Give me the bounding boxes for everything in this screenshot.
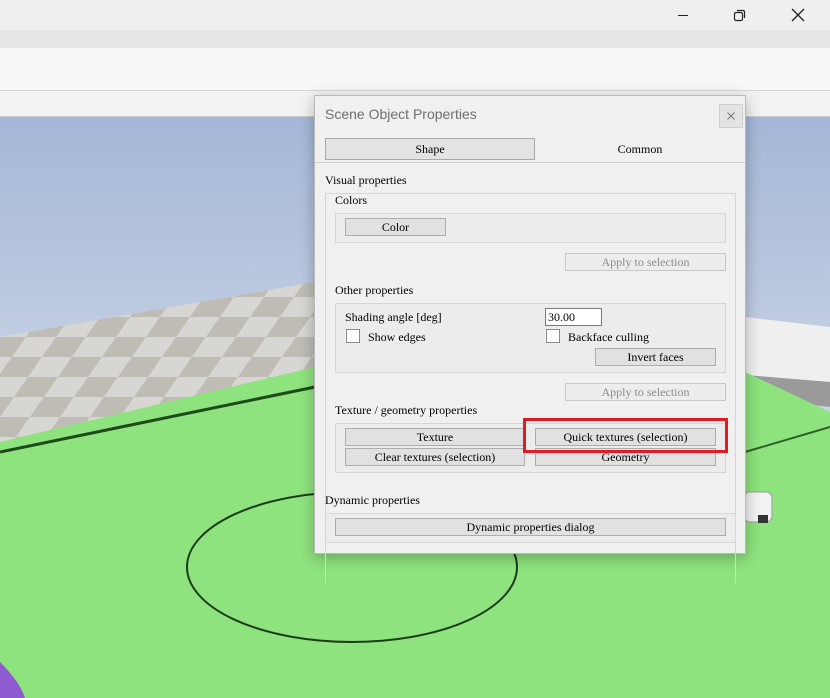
apply-other-to-selection-button[interactable]: Apply to selection <box>565 383 726 401</box>
show-edges-checkbox[interactable] <box>346 329 360 343</box>
quick-textures-selection-button[interactable]: Quick textures (selection) <box>535 428 716 446</box>
geometry-button[interactable]: Geometry <box>535 448 716 466</box>
backface-culling-label: Backface culling <box>568 330 649 344</box>
toolbar <box>0 48 830 91</box>
shading-angle-input[interactable]: 30.00 <box>545 308 602 326</box>
texture-geometry-heading: Texture / geometry properties <box>335 403 478 417</box>
dialog-title: Scene Object Properties <box>325 106 477 122</box>
colors-heading: Colors <box>335 193 368 207</box>
backface-culling-checkbox[interactable] <box>546 329 560 343</box>
menu-bar <box>0 30 830 48</box>
wall-top <box>745 317 830 382</box>
texture-button[interactable]: Texture <box>345 428 525 446</box>
tab-divider <box>315 162 745 163</box>
show-edges-label: Show edges <box>368 330 426 344</box>
window-close-button[interactable] <box>775 0 821 30</box>
minimize-icon <box>678 15 688 16</box>
close-icon <box>727 112 735 120</box>
clear-textures-selection-button[interactable]: Clear textures (selection) <box>345 448 525 466</box>
dynamic-properties-dialog-button[interactable]: Dynamic properties dialog <box>335 518 726 536</box>
visual-properties-heading: Visual properties <box>325 173 407 187</box>
robot-object[interactable] <box>743 491 773 523</box>
restore-icon <box>733 9 745 21</box>
dynamic-properties-heading: Dynamic properties <box>325 493 420 507</box>
restore-button[interactable] <box>716 0 762 30</box>
color-button[interactable]: Color <box>345 218 446 236</box>
close-icon <box>791 8 805 22</box>
shading-angle-label: Shading angle [deg] <box>345 310 442 324</box>
tab-common[interactable]: Common <box>535 138 745 160</box>
window-titlebar <box>0 0 830 30</box>
invert-faces-button[interactable]: Invert faces <box>595 348 716 366</box>
other-properties-heading: Other properties <box>335 283 414 297</box>
minimize-button[interactable] <box>660 0 706 30</box>
apply-colors-to-selection-button[interactable]: Apply to selection <box>565 253 726 271</box>
tab-shape[interactable]: Shape <box>325 138 535 160</box>
scene-object-properties-dialog: Scene Object Properties Shape Common Vis… <box>314 95 746 583</box>
dialog-close-button[interactable] <box>719 104 743 128</box>
